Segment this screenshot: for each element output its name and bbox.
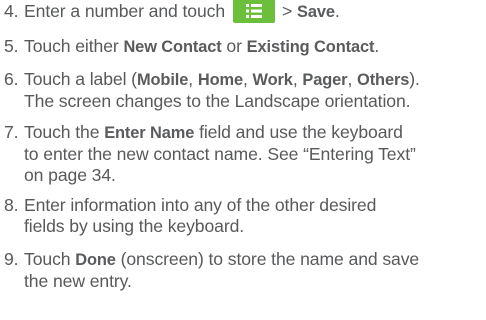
step-text: Enter information into any of the other … [24,195,377,215]
label-home: Home [197,71,243,89]
label-mobile: Mobile [136,71,189,89]
step-text: Enter a number and touch [24,1,226,21]
label-pager: Pager [302,71,348,89]
new-contact-label: New Contact [123,38,222,56]
step-number: 4. [4,1,19,21]
existing-contact-label: Existing Contact [246,38,375,56]
greater-than-sign: > [282,1,293,21]
step-text: to enter the new contact name. See “Ente… [24,144,416,164]
step-text: fields by using the keyboard. [24,216,245,236]
step-number: 8. [4,195,19,215]
done-label: Done [75,251,116,269]
step-text: the new entry. [24,271,132,291]
manual-page: 4. Enter a number and touch > Save. 5. To… [0,0,486,320]
step-number: 5. [4,36,19,56]
step-number: 7. [4,122,19,142]
step-text: on page 34. [24,165,116,185]
label-others: Others [357,71,410,89]
step-number: 9. [4,249,19,269]
menu-key-icon [233,0,276,23]
enter-name-label: Enter Name [104,124,195,142]
step-number: 6. [4,69,19,89]
label-work: Work [252,71,293,89]
save-label: Save [297,3,335,21]
step-text: The screen changes to the Landscape orie… [24,91,411,111]
